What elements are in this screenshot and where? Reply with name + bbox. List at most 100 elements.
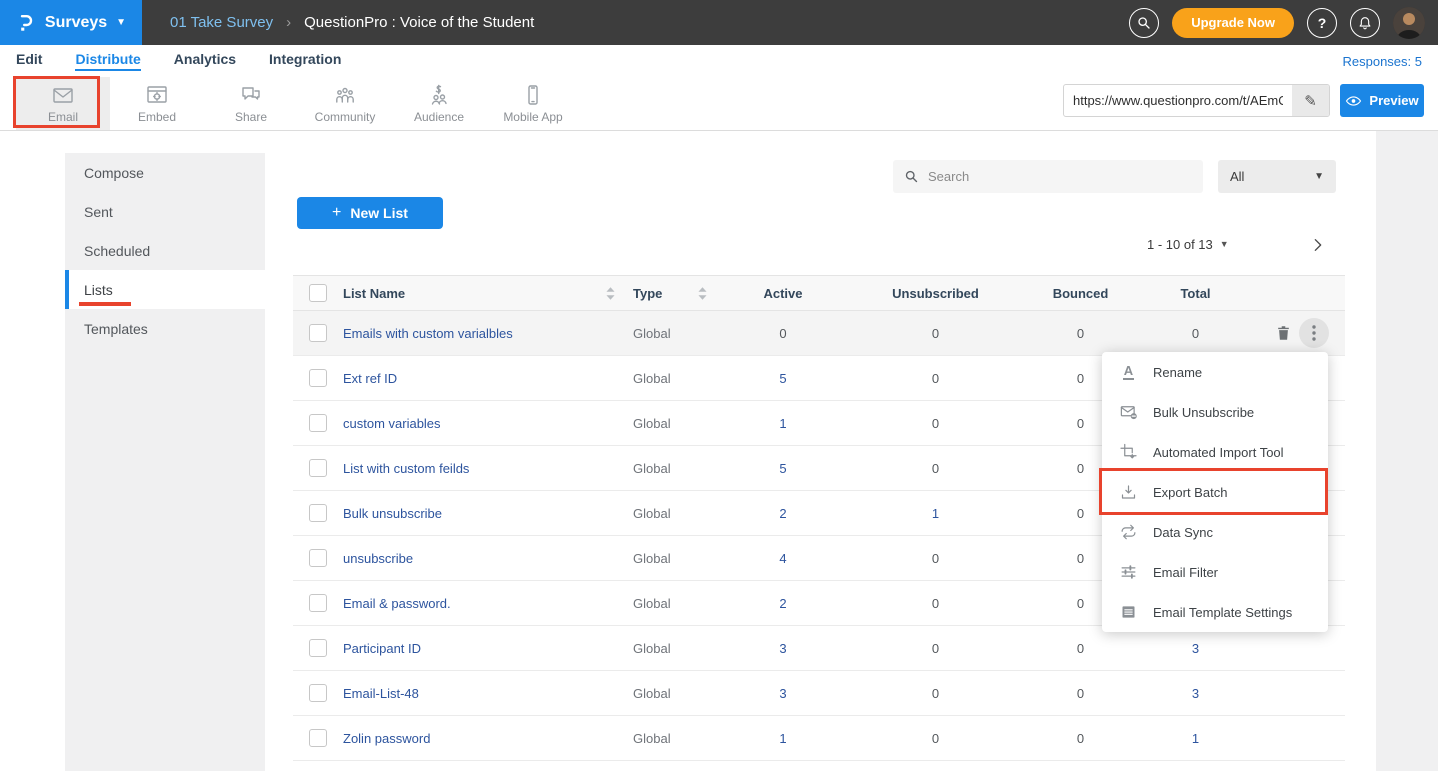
select-all-checkbox[interactable] — [309, 284, 327, 302]
list-name-link[interactable]: custom variables — [343, 416, 441, 431]
menu-item-email-template-settings[interactable]: Email Template Settings — [1102, 592, 1328, 632]
column-header-bounced[interactable]: Bounced — [1018, 286, 1143, 301]
row-checkbox[interactable] — [309, 324, 327, 342]
question-mark-icon: ? — [1318, 15, 1327, 31]
chevron-down-icon: ▼ — [1314, 172, 1324, 182]
toolbar-item-embed[interactable]: Embed — [110, 77, 204, 130]
menu-item-label: Rename — [1153, 365, 1202, 380]
column-header-list-name[interactable]: List Name — [343, 286, 405, 301]
row-checkbox[interactable] — [309, 369, 327, 387]
menu-item-bulk-unsubscribe[interactable]: Bulk Unsubscribe — [1102, 392, 1328, 432]
type-value: Global — [633, 371, 671, 386]
responses-count[interactable]: Responses: 5 — [1343, 54, 1423, 69]
embed-icon — [144, 83, 170, 107]
menu-item-label: Data Sync — [1153, 525, 1213, 540]
edit-url-button[interactable]: ✎ — [1292, 85, 1329, 116]
table-row: Participant ID Global 3 0 0 3 — [293, 626, 1345, 671]
list-name-link[interactable]: Ext ref ID — [343, 371, 397, 386]
menu-item-rename[interactable]: A Rename — [1102, 352, 1328, 392]
preview-button[interactable]: Preview — [1340, 84, 1424, 117]
help-button[interactable]: ? — [1307, 8, 1337, 38]
survey-url-input[interactable] — [1064, 93, 1292, 108]
menu-item-automated-import-tool[interactable]: Automated Import Tool — [1102, 432, 1328, 472]
column-header-total[interactable]: Total — [1143, 286, 1248, 301]
list-name-link[interactable]: unsubscribe — [343, 551, 413, 566]
row-checkbox[interactable] — [309, 549, 327, 567]
toolbar-item-community[interactable]: Community — [298, 77, 392, 130]
toolbar-item-label: Email — [48, 110, 78, 124]
row-checkbox[interactable] — [309, 729, 327, 747]
bounced-count: 0 — [1018, 326, 1143, 341]
search-input[interactable] — [928, 169, 1192, 184]
list-name-link[interactable]: Participant ID — [343, 641, 421, 656]
sidebar-item-lists[interactable]: Lists — [65, 270, 265, 309]
pagination-range-dropdown[interactable]: 1 - 10 of 13 ▼ — [1147, 237, 1229, 252]
active-count: 2 — [713, 506, 853, 521]
toolbar-item-label: Embed — [138, 110, 176, 124]
list-name-link[interactable]: Zolin password — [343, 731, 430, 746]
active-count: 3 — [713, 686, 853, 701]
email-icon — [50, 83, 76, 107]
column-header-type[interactable]: Type — [633, 286, 662, 301]
unsubscribed-count: 0 — [853, 551, 1018, 566]
mobile-app-icon — [520, 83, 546, 107]
surveys-menu[interactable]: Surveys ▼ — [0, 0, 142, 45]
notifications-button[interactable] — [1350, 8, 1380, 38]
unsubscribed-count: 0 — [853, 371, 1018, 386]
toolbar-item-share[interactable]: Share — [204, 77, 298, 130]
list-name-link[interactable]: Emails with custom varialbles — [343, 326, 513, 341]
topbar-actions: Upgrade Now ? — [1129, 7, 1425, 39]
type-value: Global — [633, 731, 671, 746]
toolbar-item-label: Share — [235, 110, 267, 124]
sidebar-item-compose[interactable]: Compose — [65, 153, 265, 192]
toolbar-item-audience[interactable]: Audience — [392, 77, 486, 130]
row-menu-button[interactable] — [1299, 318, 1329, 348]
sort-icon[interactable] — [606, 287, 615, 300]
avatar[interactable] — [1393, 7, 1425, 39]
toolbar-item-email[interactable]: Email — [16, 77, 110, 130]
sidebar-item-sent[interactable]: Sent — [65, 192, 265, 231]
type-value: Global — [633, 641, 671, 656]
unsubscribe-envelope-icon — [1119, 403, 1138, 421]
toolbar-item-label: Community — [315, 110, 376, 124]
menu-item-data-sync[interactable]: Data Sync — [1102, 512, 1328, 552]
bounced-count: 0 — [1018, 731, 1143, 746]
list-name-link[interactable]: List with custom feilds — [343, 461, 469, 476]
tab-edit[interactable]: Edit — [16, 51, 42, 71]
table-header-row: List Name Type Active Unsubscribed Bounc… — [293, 275, 1345, 311]
breadcrumb-survey-link[interactable]: 01 Take Survey — [170, 14, 273, 31]
tab-distribute[interactable]: Distribute — [75, 51, 140, 71]
pagination-next-button[interactable] — [1306, 233, 1330, 257]
sort-icon[interactable] — [698, 287, 707, 300]
new-list-button[interactable]: + New List — [297, 197, 443, 229]
row-checkbox[interactable] — [309, 639, 327, 657]
menu-item-email-filter[interactable]: Email Filter — [1102, 552, 1328, 592]
list-name-link[interactable]: Email-List-48 — [343, 686, 419, 701]
questionpro-logo-icon — [16, 13, 36, 33]
upgrade-now-button[interactable]: Upgrade Now — [1172, 8, 1294, 38]
row-checkbox[interactable] — [309, 504, 327, 522]
search-button[interactable] — [1129, 8, 1159, 38]
tab-analytics[interactable]: Analytics — [174, 51, 236, 71]
total-count: 1 — [1143, 731, 1248, 746]
list-name-link[interactable]: Bulk unsubscribe — [343, 506, 442, 521]
list-name-link[interactable]: Email & password. — [343, 596, 451, 611]
type-value: Global — [633, 461, 671, 476]
sidebar-item-scheduled[interactable]: Scheduled — [65, 231, 265, 270]
chevron-down-icon: ▼ — [116, 18, 126, 28]
unsubscribed-count: 0 — [853, 731, 1018, 746]
tab-integration[interactable]: Integration — [269, 51, 341, 71]
row-checkbox[interactable] — [309, 594, 327, 612]
toolbar-item-mobile-app[interactable]: Mobile App — [486, 77, 580, 130]
list-search — [893, 160, 1203, 193]
type-value: Global — [633, 416, 671, 431]
sidebar-item-templates[interactable]: Templates — [65, 309, 265, 348]
delete-list-button[interactable] — [1275, 324, 1292, 342]
row-checkbox[interactable] — [309, 459, 327, 477]
column-header-unsubscribed[interactable]: Unsubscribed — [853, 286, 1018, 301]
row-checkbox[interactable] — [309, 684, 327, 702]
menu-item-export-batch[interactable]: Export Batch — [1102, 472, 1328, 512]
column-header-active[interactable]: Active — [713, 286, 853, 301]
list-filter-dropdown[interactable]: All ▼ — [1218, 160, 1336, 193]
row-checkbox[interactable] — [309, 414, 327, 432]
